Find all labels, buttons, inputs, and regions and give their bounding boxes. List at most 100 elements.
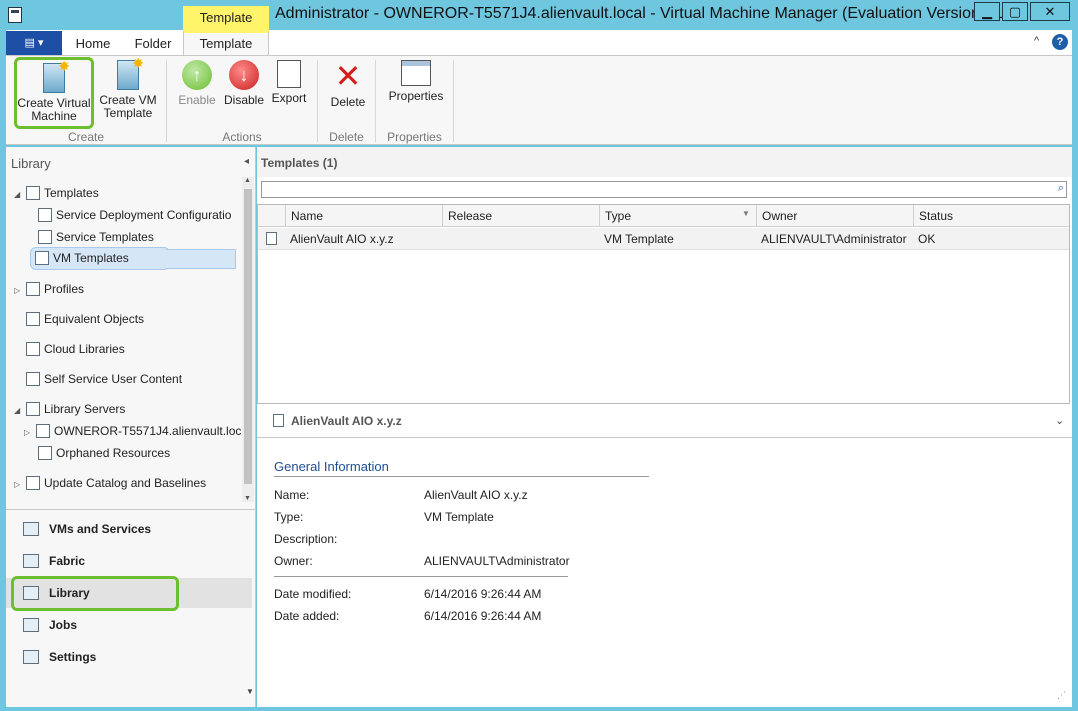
library-highlight-outline [11, 576, 179, 611]
navigation-pane: Library ◂ ◢ Templates Service Deployment … [6, 147, 256, 707]
tab-folder[interactable]: Folder [128, 30, 178, 55]
column-name[interactable]: Name [285, 205, 442, 227]
create-vm-template-button[interactable]: ✸ Create VM Template [98, 56, 158, 120]
workspace-scroll-down-icon[interactable]: ▼ [246, 687, 254, 696]
search-input[interactable]: ⌕ [261, 181, 1067, 198]
export-button[interactable]: Export [268, 60, 310, 105]
properties-icon [401, 60, 431, 86]
help-icon[interactable]: ? [1052, 34, 1068, 50]
minimize-button[interactable]: ▁ [974, 2, 1000, 21]
tree-item-cloud-libraries[interactable]: Cloud Libraries [26, 339, 125, 359]
chevron-down-icon[interactable]: ⌄ [1055, 414, 1064, 427]
selection-highlight [166, 249, 236, 269]
scroll-thumb[interactable] [244, 189, 252, 484]
sort-arrow-icon: ▼ [742, 209, 750, 218]
create-vm-template-label: Create VM Template [99, 93, 157, 120]
divider [274, 576, 568, 577]
group-label-properties: Properties [387, 130, 442, 144]
tree-item-service-templates[interactable]: Service Templates [38, 227, 154, 247]
file-menu-button[interactable]: ▤ ▾ [6, 31, 62, 55]
grid-header-icon-column [258, 205, 285, 227]
collapsed-arrow-icon[interactable]: ▷ [24, 423, 36, 443]
details-header: AlienVault AIO x.y.z ⌄ [257, 406, 1072, 438]
tree-item-templates[interactable]: ◢ Templates [14, 183, 99, 203]
enable-label: Enable [178, 93, 216, 107]
cell-type[interactable]: VM Template [604, 228, 674, 250]
enable-button[interactable]: ↑ Enable [176, 60, 218, 107]
details-title: AlienVault AIO x.y.z [291, 414, 402, 428]
service-template-icon [38, 230, 52, 244]
settings-checkbox-icon [23, 650, 39, 664]
disable-button[interactable]: ↓ Disable [220, 60, 268, 107]
column-release[interactable]: Release [442, 205, 599, 227]
export-icon [277, 60, 301, 88]
tab-home[interactable]: Home [72, 30, 114, 55]
vm-template-icon [35, 251, 49, 265]
tab-template[interactable]: Template [183, 30, 269, 55]
workspace-fabric[interactable]: Fabric [6, 546, 252, 576]
detail-label-date-added: Date added: [274, 609, 340, 623]
app-icon[interactable] [8, 7, 22, 23]
scroll-up-icon[interactable]: ▲ [244, 177, 251, 184]
library-tree: ◢ Templates Service Deployment Configurat… [6, 177, 242, 502]
group-separator [453, 60, 454, 142]
tree-item-library-server-host[interactable]: ▷ OWNEROR-T5571J4.alienvault.loc [24, 421, 241, 441]
detail-label-name: Name: [274, 488, 310, 502]
navigation-header: Library [11, 156, 51, 171]
divider [274, 476, 649, 477]
tree-item-library-servers[interactable]: ◢ Library Servers [14, 399, 125, 419]
window-title: Administrator - OWNEROR-T5571J4.alienvau… [275, 5, 1017, 22]
column-owner[interactable]: Owner [756, 205, 913, 227]
update-catalog-icon [26, 476, 40, 490]
close-button[interactable]: ✕ [1030, 2, 1070, 21]
column-type[interactable]: Type [599, 205, 756, 227]
workspace-settings[interactable]: Settings [6, 642, 252, 672]
disable-label: Disable [223, 93, 265, 107]
folder-icon [26, 186, 40, 200]
group-label-actions: Actions [222, 130, 262, 144]
collapsed-arrow-icon[interactable]: ▷ [14, 475, 26, 495]
detail-label-date-modified: Date modified: [274, 587, 352, 601]
expanded-arrow-icon[interactable]: ◢ [14, 401, 26, 421]
arrow-up-icon: ↑ [182, 60, 212, 90]
tree-item-orphaned-resources[interactable]: Orphaned Resources [38, 443, 170, 463]
delete-button[interactable]: ✕ Delete [326, 60, 370, 109]
equivalent-objects-icon [26, 312, 40, 326]
tree-scrollbar[interactable]: ▲ ▼ [242, 177, 254, 502]
general-information-heading: General Information [274, 459, 389, 474]
search-icon[interactable]: ⌕ [1058, 182, 1064, 195]
cell-status[interactable]: OK [918, 228, 935, 250]
resize-grip-icon[interactable]: ⋰ [1057, 690, 1066, 701]
contextual-tab-group-label: Template Tools [183, 6, 269, 49]
tree-item-equivalent-objects[interactable]: Equivalent Objects [26, 309, 144, 329]
create-virtual-machine-button[interactable]: ✸ Create Virtual Machine [14, 57, 94, 129]
tree-item-vm-templates[interactable]: VM Templates [30, 247, 170, 270]
tree-item-self-service-user-content[interactable]: Self Service User Content [26, 369, 182, 389]
collapse-pane-icon[interactable]: ◂ [244, 156, 249, 167]
collapsed-arrow-icon[interactable]: ▷ [14, 281, 26, 301]
cloud-icon [26, 342, 40, 356]
detail-value-type: VM Template [424, 510, 494, 524]
column-status[interactable]: Status [913, 205, 1069, 227]
export-label: Export [271, 91, 307, 105]
tree-item-profiles[interactable]: ▷ Profiles [14, 279, 84, 299]
detail-value-owner: ALIENVAULT\Administrator [424, 554, 570, 568]
properties-button[interactable]: Properties [376, 60, 456, 103]
templates-grid: Name Release Type ▼ Owner Status AlienVa… [257, 204, 1070, 404]
workspace-jobs[interactable]: Jobs [6, 610, 252, 640]
collapse-ribbon-icon[interactable]: ^ [1034, 35, 1039, 47]
template-icon: ✸ [117, 56, 144, 90]
cell-owner[interactable]: ALIENVAULT\Administrator [761, 228, 907, 250]
properties-label: Properties [388, 89, 444, 103]
delete-x-icon: ✕ [334, 58, 362, 94]
configuration-icon [38, 208, 52, 222]
workspace-vms-and-services[interactable]: VMs and Services [6, 514, 252, 544]
tree-item-update-catalog[interactable]: ▷ Update Catalog and Baselines [14, 473, 206, 493]
expanded-arrow-icon[interactable]: ◢ [14, 185, 26, 205]
tree-item-service-deployment-configurations[interactable]: Service Deployment Configuratio [38, 205, 231, 225]
maximize-button[interactable]: ▢ [1002, 2, 1028, 21]
profiles-icon [26, 282, 40, 296]
cell-name[interactable]: AlienVault AIO x.y.z [290, 228, 394, 250]
scroll-down-icon[interactable]: ▼ [244, 495, 251, 502]
group-label-delete: Delete [329, 130, 364, 144]
